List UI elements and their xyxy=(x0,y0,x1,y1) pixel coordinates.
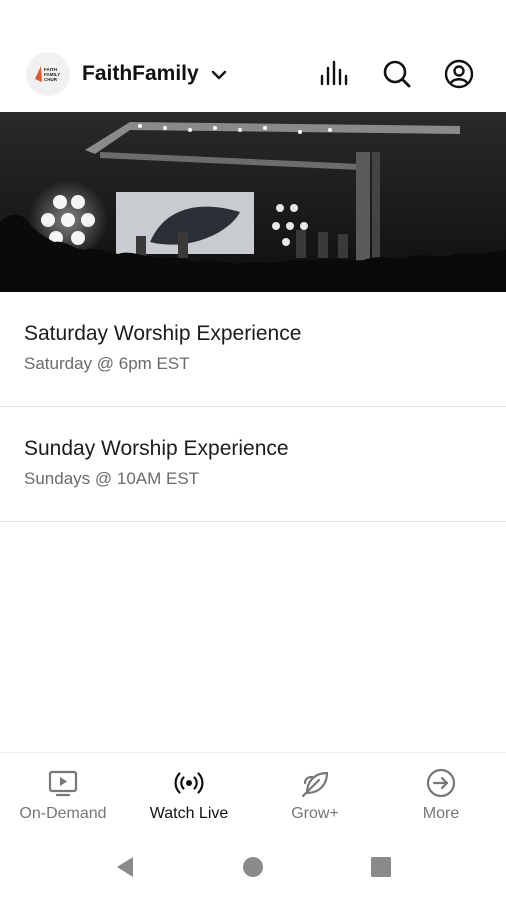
arrow-circle-icon xyxy=(426,768,456,798)
audio-bars-icon[interactable] xyxy=(318,58,350,90)
tab-label: More xyxy=(422,805,460,822)
event-schedule: Saturday @ 6pm EST xyxy=(24,354,190,373)
system-nav-bar xyxy=(0,834,506,900)
logo-mark: FAITH FAMILY CHUR xyxy=(35,66,61,82)
back-icon[interactable] xyxy=(113,854,139,880)
list-item[interactable]: Sunday Worship Experience Sundays @ 10AM… xyxy=(0,407,506,522)
worship-stage-photo xyxy=(0,112,506,292)
broadcast-icon xyxy=(174,772,204,794)
tab-grow-plus[interactable]: Grow+ xyxy=(252,753,378,835)
tab-on-demand[interactable]: On-Demand xyxy=(0,753,126,835)
account-icon[interactable] xyxy=(443,58,475,90)
recents-icon[interactable] xyxy=(368,854,394,880)
event-title: Saturday Worship Experience xyxy=(24,322,302,345)
home-icon[interactable] xyxy=(240,854,266,880)
event-list: Saturday Worship Experience Saturday @ 6… xyxy=(0,292,506,522)
tab-label: On-Demand xyxy=(19,805,107,822)
list-item[interactable]: Saturday Worship Experience Saturday @ 6… xyxy=(0,292,506,407)
app-header: FAITH FAMILY CHUR FaithFamily xyxy=(0,44,506,108)
chevron-down-icon[interactable] xyxy=(208,64,230,86)
church-logo[interactable]: FAITH FAMILY CHUR xyxy=(26,52,70,96)
event-schedule: Sundays @ 10AM EST xyxy=(24,469,200,488)
church-name[interactable]: FaithFamily xyxy=(82,62,199,86)
leaf-icon xyxy=(301,771,329,798)
bottom-tab-bar: On-Demand Watch Live Grow+ More xyxy=(0,752,506,834)
tab-watch-live[interactable]: Watch Live xyxy=(126,753,252,835)
tv-play-icon xyxy=(48,770,78,797)
search-icon[interactable] xyxy=(381,58,413,90)
tab-label: Watch Live xyxy=(149,805,229,822)
svg-text:CHUR: CHUR xyxy=(44,77,58,82)
hero-image[interactable] xyxy=(0,112,506,292)
event-title: Sunday Worship Experience xyxy=(24,437,289,460)
tab-label: Grow+ xyxy=(291,805,339,822)
tab-more[interactable]: More xyxy=(378,753,504,835)
